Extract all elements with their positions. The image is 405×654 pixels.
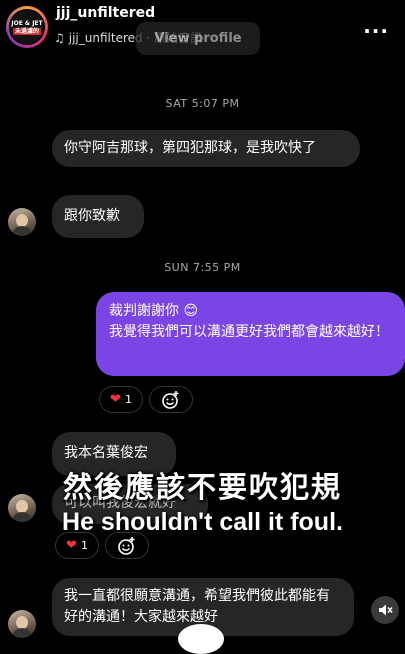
avatar-logo: JOE & JET 未過濾的: [9, 9, 45, 45]
username[interactable]: jjj_unfiltered: [56, 5, 155, 21]
sender-avatar[interactable]: [8, 610, 36, 638]
outgoing-message-line1: 裁判謝謝你: [109, 303, 179, 319]
avatar-logo-line2: 未過濾的: [12, 27, 41, 35]
smile-emoji-icon: 😊: [183, 303, 199, 319]
reaction-count: 1: [124, 393, 132, 406]
timestamp: SAT 5:07 PM: [165, 97, 240, 110]
more-dots-icon[interactable]: ···: [363, 21, 389, 41]
add-emoji-icon: [118, 536, 135, 555]
add-reaction-button[interactable]: [149, 386, 193, 413]
incoming-message[interactable]: 跟你致歉: [52, 195, 144, 238]
subtitle-english: He shouldn't call it foul.: [62, 508, 343, 536]
profile-avatar[interactable]: JOE & JET 未過濾的: [6, 6, 48, 48]
reaction-count: 1: [80, 539, 88, 552]
heart-reaction[interactable]: ❤ 1: [99, 386, 143, 413]
incoming-message[interactable]: 你守阿吉那球，第四犯那球，是我吹快了: [52, 130, 360, 167]
timestamp: SUN 7:55 PM: [164, 261, 241, 274]
sender-avatar[interactable]: [8, 208, 36, 236]
subtitle-chinese: 然後應該不要吹犯規: [62, 470, 342, 504]
view-profile-button[interactable]: View profile: [136, 22, 260, 55]
music-note-icon: ♫: [54, 30, 65, 45]
capture-button[interactable]: [178, 624, 224, 654]
add-emoji-icon: [162, 390, 179, 409]
outgoing-message-line2: 我覺得我們可以溝通更好我們都會越來越好！: [109, 324, 389, 340]
heart-icon: ❤: [110, 392, 121, 407]
heart-reaction[interactable]: ❤ 1: [55, 532, 99, 559]
mute-button[interactable]: [371, 596, 399, 624]
outgoing-message[interactable]: 裁判謝謝你 😊 我覺得我們可以溝通更好我們都會越來越好！: [96, 292, 405, 376]
avatar-logo-line1: JOE & JET: [11, 19, 43, 27]
add-reaction-button[interactable]: [105, 532, 149, 559]
speaker-muted-icon: [379, 604, 393, 616]
heart-icon: ❤: [66, 538, 77, 553]
